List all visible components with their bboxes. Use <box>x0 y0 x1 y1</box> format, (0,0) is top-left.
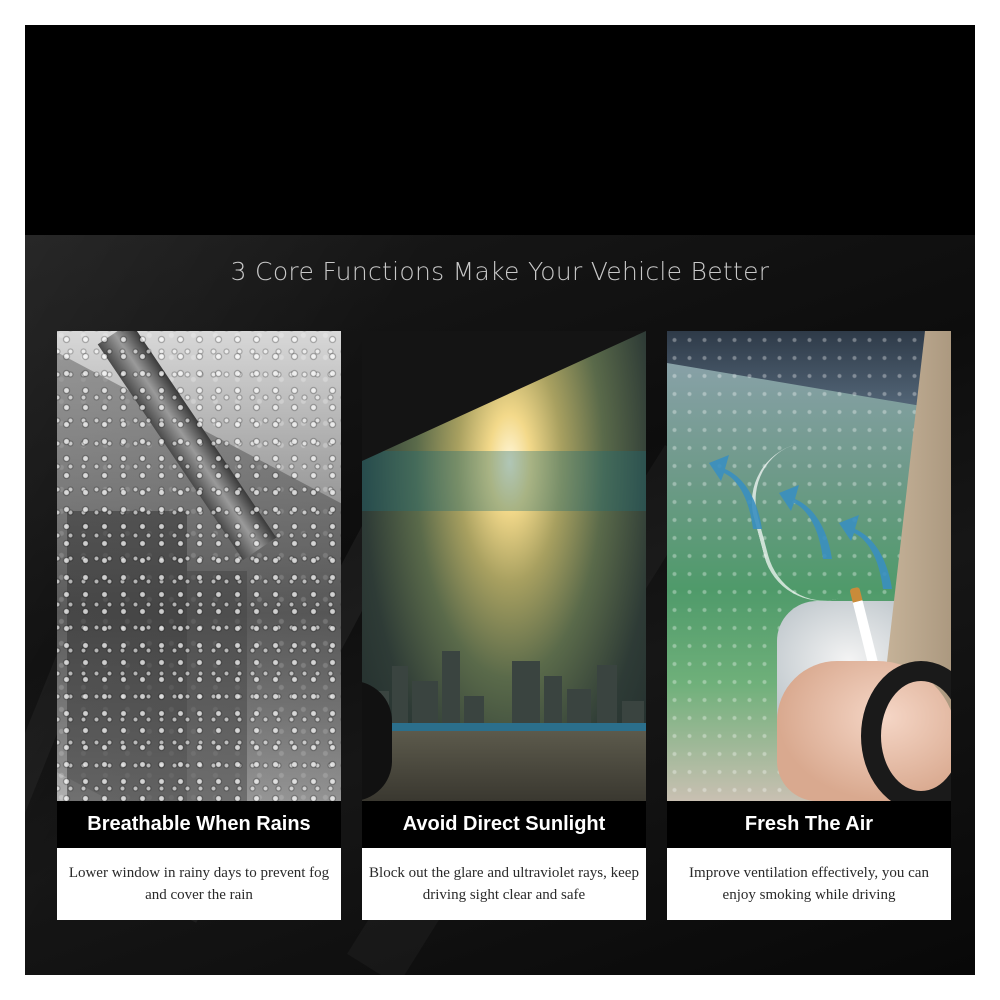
feature-description: Block out the glare and ultraviolet rays… <box>362 848 646 920</box>
feature-description-text: Block out the glare and ultraviolet rays… <box>369 865 639 903</box>
feature-card-rain: Breathable When Rains Lower window in ra… <box>57 331 341 921</box>
bridge-rail <box>362 723 646 731</box>
feature-card-sunlight: Avoid Direct Sunlight Block out the glar… <box>362 331 646 921</box>
rain-drops <box>57 331 341 801</box>
tinted-visor-band <box>362 451 646 511</box>
top-black-area <box>25 25 975 235</box>
feature-description-text: Improve ventilation effectively, you can… <box>689 865 929 903</box>
feature-title: Avoid Direct Sunlight <box>362 801 646 848</box>
feature-description-text: Lower window in rainy days to prevent fo… <box>68 865 330 903</box>
airflow-arrow-icon <box>709 455 762 529</box>
ventilation-photo <box>667 331 951 801</box>
airflow-arrow-icon <box>839 515 892 589</box>
feature-description: Lower window in rainy days to prevent fo… <box>57 848 341 920</box>
product-banner: 3 Core Functions Make Your Vehicle Bette… <box>25 25 975 975</box>
feature-title: Breathable When Rains <box>57 801 341 848</box>
feature-title: Fresh The Air <box>667 801 951 848</box>
sunlight-window-photo <box>362 331 646 801</box>
car-roof-shadow <box>362 331 646 461</box>
feature-card-fresh-air: Fresh The Air Improve ventilation effect… <box>667 331 951 921</box>
feature-description: Improve ventilation effectively, you can… <box>667 848 951 920</box>
headline: 3 Core Functions Make Your Vehicle Bette… <box>230 257 770 286</box>
rainy-window-photo <box>57 331 341 801</box>
road <box>362 731 646 801</box>
